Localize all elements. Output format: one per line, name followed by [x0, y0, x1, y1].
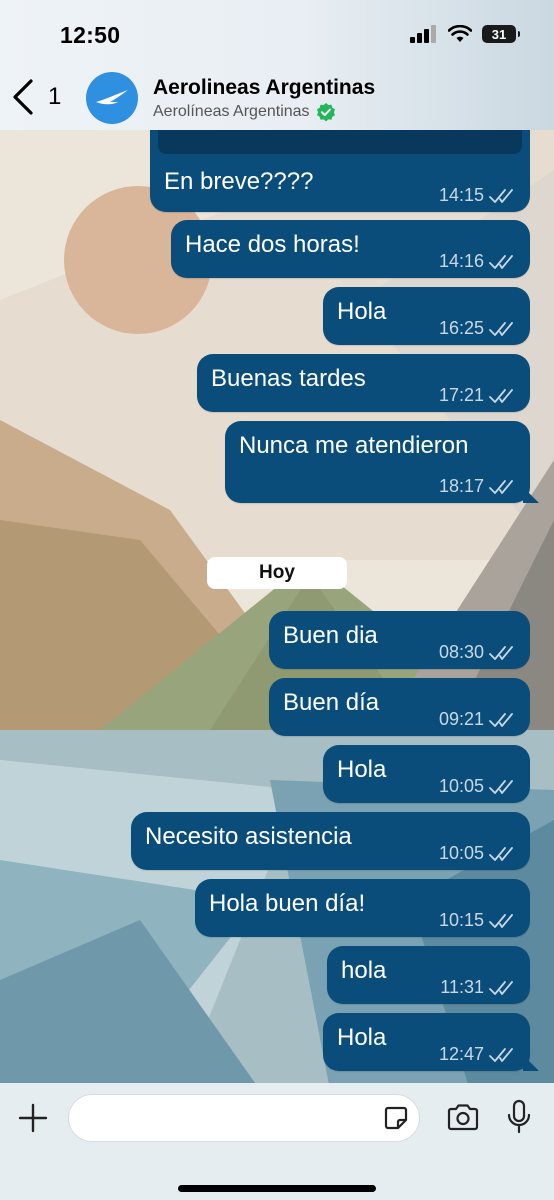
message-text: Hola [337, 1024, 387, 1051]
message-text: hola [341, 957, 387, 984]
airline-logo-icon [96, 90, 128, 105]
message-time: 11:31 [440, 977, 484, 997]
avatar[interactable] [86, 72, 138, 124]
message-meta: 10:15 [439, 910, 518, 931]
message-text: Hace dos horas! [185, 231, 360, 258]
message-meta: 18:17 [439, 476, 518, 497]
chat-subtitle: Aerolíneas Argentinas [153, 102, 336, 122]
microphone-button[interactable] [506, 1099, 532, 1140]
home-indicator [178, 1185, 376, 1192]
message-bubble[interactable]: Hola 10:05 [323, 745, 530, 803]
composer-bar [0, 1083, 554, 1200]
message-meta: 14:16 [439, 251, 518, 272]
date-separator: Hoy [207, 557, 347, 589]
camera-icon [447, 1104, 479, 1131]
double-check-icon [489, 779, 513, 794]
message-text: Buen día [283, 689, 380, 716]
back-button[interactable]: 1 [10, 78, 61, 116]
plus-icon [18, 1103, 48, 1133]
message-meta: 16:25 [439, 318, 518, 339]
message-meta: 09:21 [439, 709, 518, 730]
message-list[interactable]: En breve???? 14:15 Hace dos horas! 14:16… [0, 0, 554, 1200]
message-meta: 08:30 [439, 642, 518, 663]
double-check-icon [489, 846, 513, 861]
message-meta: 14:15 [439, 185, 518, 206]
message-bubble[interactable]: Hola 12:47 [323, 1013, 530, 1071]
wifi-icon [448, 25, 472, 42]
message-bubble[interactable]: Buenas tardes 17:21 [197, 354, 530, 412]
verified-badge-icon [316, 103, 335, 122]
message-bubble[interactable]: Buen día 09:21 [269, 678, 530, 736]
message-text: Buen dia [283, 622, 378, 649]
message-bubble[interactable]: Necesito asistencia 10:05 [131, 812, 530, 870]
message-text: Hola [337, 756, 387, 783]
microphone-icon [507, 1099, 531, 1134]
message-bubble[interactable]: Buen dia 08:30 [269, 611, 530, 669]
chat-header: 1 Aerolineas Argentinas Aerolíneas Argen… [0, 66, 554, 130]
message-bubble[interactable]: hola 11:31 [327, 946, 530, 1004]
message-text: Necesito asistencia [145, 823, 352, 850]
chat-title[interactable]: Aerolineas Argentinas [153, 76, 375, 100]
message-time: 10:05 [438, 843, 484, 863]
message-meta: 11:31 [440, 977, 518, 998]
unread-count: 1 [48, 83, 62, 110]
message-time: 09:21 [438, 709, 484, 729]
message-bubble[interactable]: Nunca me atendieron 18:17 [225, 421, 530, 503]
camera-button[interactable] [446, 1103, 480, 1136]
message-time: 18:17 [438, 476, 484, 496]
status-bar: 12:50 31 [0, 0, 554, 66]
double-check-icon [489, 254, 513, 269]
chevron-left-icon [13, 79, 33, 115]
message-bubble[interactable]: Hola 16:25 [323, 287, 530, 345]
status-icons: 31 [410, 25, 520, 43]
message-text: Hola [337, 298, 387, 325]
sticker-button[interactable] [383, 1105, 409, 1136]
battery-level: 31 [491, 26, 507, 42]
status-time: 12:50 [60, 22, 121, 48]
double-check-icon [489, 1047, 513, 1062]
message-text: Buenas tardes [211, 365, 366, 392]
sticker-icon [384, 1106, 408, 1130]
message-time: 16:25 [438, 318, 484, 338]
double-check-icon [489, 388, 513, 403]
double-check-icon [489, 980, 513, 995]
message-input[interactable] [83, 1103, 377, 1135]
message-meta: 10:05 [439, 776, 518, 797]
message-time: 14:16 [438, 251, 484, 271]
battery-icon: 31 [482, 25, 520, 43]
quoted-message [158, 130, 522, 154]
message-text: En breve???? [164, 168, 314, 195]
attach-button[interactable] [16, 1101, 50, 1140]
message-time: 17:21 [438, 385, 484, 405]
message-input-container[interactable] [68, 1094, 420, 1142]
message-text: Nunca me atendieron [239, 432, 469, 459]
message-bubble[interactable]: Hace dos horas! 14:16 [171, 220, 530, 278]
message-time: 14:15 [438, 185, 484, 205]
double-check-icon [489, 645, 513, 660]
message-text: Hola buen día! [209, 890, 366, 917]
double-check-icon [489, 712, 513, 727]
business-name: Aerolíneas Argentinas [153, 103, 310, 120]
message-time: 12:47 [438, 1044, 484, 1064]
double-check-icon [489, 188, 513, 203]
double-check-icon [489, 321, 513, 336]
message-time: 08:30 [438, 642, 484, 662]
double-check-icon [489, 913, 513, 928]
message-meta: 12:47 [439, 1044, 518, 1065]
message-meta: 17:21 [439, 385, 518, 406]
message-bubble[interactable]: Hola buen día! 10:15 [195, 879, 530, 937]
message-time: 10:05 [438, 776, 484, 796]
double-check-icon [489, 479, 513, 494]
message-meta: 10:05 [439, 843, 518, 864]
message-time: 10:15 [438, 910, 484, 930]
cellular-signal-icon [410, 25, 436, 43]
